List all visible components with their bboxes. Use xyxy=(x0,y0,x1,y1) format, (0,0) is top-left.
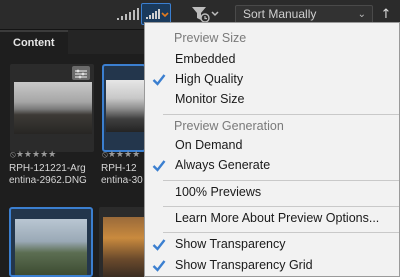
menu-separator xyxy=(163,114,399,115)
adjustments-badge-icon xyxy=(72,66,90,80)
sort-dropdown-label: Sort Manually xyxy=(243,7,317,21)
thumbnail-image xyxy=(103,217,145,277)
menu-header-label: Preview Size xyxy=(174,31,247,45)
menu-item-label: Learn More About Preview Options... xyxy=(175,211,380,225)
menu-item-label: On Demand xyxy=(175,138,243,152)
preview-options-menu: Preview Size Embedded High Quality Monit… xyxy=(144,22,400,277)
menu-header-preview-generation: Preview Generation xyxy=(145,116,399,137)
preview-options-icon xyxy=(146,9,169,19)
menu-item-show-transparency[interactable]: Show Transparency xyxy=(145,234,399,255)
menu-item-show-transparency-grid[interactable]: Show Transparency Grid xyxy=(145,255,399,276)
thumbnail-cell[interactable] xyxy=(6,60,94,152)
thumbnail-cell-selected[interactable] xyxy=(9,207,93,277)
menu-item-label: Show Transparency Grid xyxy=(175,258,313,272)
thumbnail-cell-selected[interactable] xyxy=(98,60,146,152)
menu-item-label: 100% Previews xyxy=(175,185,262,199)
menu-separator xyxy=(163,206,399,207)
tab-content[interactable]: Content xyxy=(0,30,68,54)
thumbnail-filename: RPH-121221-Arg entina-2962.DNG xyxy=(9,163,87,187)
menu-item-embedded[interactable]: Embedded xyxy=(145,49,399,70)
menu-item-on-demand[interactable]: On Demand xyxy=(145,135,399,156)
checkmark-icon xyxy=(152,260,166,272)
filename-line: RPH-121221-Arg xyxy=(9,163,86,174)
thumbnail[interactable] xyxy=(10,64,94,152)
filename-line: entina-2962.DNG xyxy=(9,175,87,186)
thumbnail-size-icon[interactable] xyxy=(113,4,141,24)
filename-line: entina-30 xyxy=(101,175,143,186)
menu-item-high-quality[interactable]: High Quality xyxy=(145,69,399,90)
filename-line: RPH-12 xyxy=(101,163,137,174)
thumbnail-filename: RPH-12 entina-30 xyxy=(101,163,143,187)
checkmark-icon xyxy=(152,160,166,172)
menu-item-label: Always Generate xyxy=(175,158,271,172)
menu-item-always-generate[interactable]: Always Generate xyxy=(145,155,399,176)
rating-stars[interactable]: ⦸★★★★★ xyxy=(10,150,56,160)
arrow-up-icon: ↑ xyxy=(380,7,392,22)
thumbnail-image xyxy=(14,82,92,134)
checkmark-icon xyxy=(152,74,166,86)
menu-item-label: Embedded xyxy=(175,52,236,66)
menu-item-100-previews[interactable]: 100% Previews xyxy=(145,182,399,203)
menu-item-learn-more[interactable]: Learn More About Preview Options... xyxy=(145,208,399,229)
menu-item-label: High Quality xyxy=(175,72,244,86)
chevron-down-icon: ⌄ xyxy=(357,9,366,20)
thumbnail-image xyxy=(106,80,146,132)
menu-separator xyxy=(163,180,399,181)
menu-item-monitor-size[interactable]: Monitor Size xyxy=(145,89,399,110)
filter-icon[interactable] xyxy=(189,4,221,24)
thumbnail-cell[interactable] xyxy=(99,207,145,277)
menu-header-label: Preview Generation xyxy=(174,119,284,133)
thumbnail[interactable] xyxy=(102,64,146,152)
checkmark-icon xyxy=(152,239,166,251)
menu-header-preview-size: Preview Size xyxy=(145,28,399,49)
menu-separator xyxy=(163,232,399,233)
menu-item-label: Show Transparency xyxy=(175,237,286,251)
menu-item-label: Monitor Size xyxy=(175,92,245,106)
thumbnail-image xyxy=(15,219,87,275)
rating-stars[interactable]: ⦸★★★★ xyxy=(102,150,140,160)
